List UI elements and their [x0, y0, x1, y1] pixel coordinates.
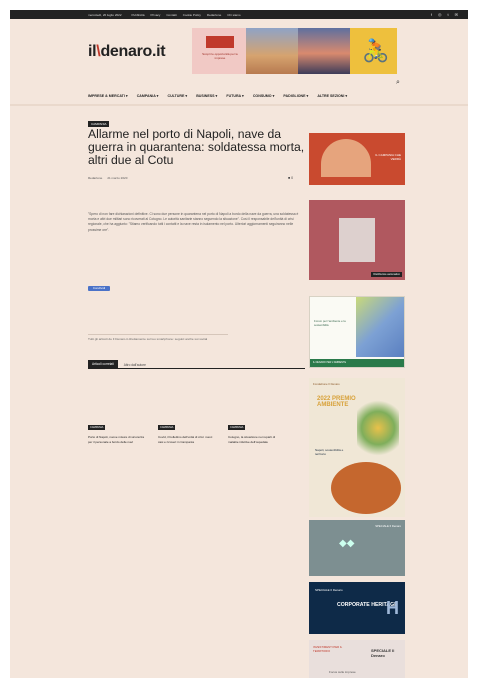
- twitter-icon[interactable]: t: [448, 12, 449, 17]
- ad-text: Forum per l'ambiente e la sostenibilità: [314, 319, 346, 327]
- nav-item[interactable]: CONSUMO ▾: [253, 94, 275, 98]
- sidebar-ad[interactable]: SPECIALE Il Denaro CORPORATE HERITAGE H: [309, 582, 405, 634]
- tab-more-from-author[interactable]: Altro dall'autore: [124, 362, 146, 368]
- related-article[interactable]: CAMPANIA Porto di Napoli, nuove misure d…: [88, 415, 146, 444]
- comment-count-value: 0: [291, 176, 294, 180]
- topbar-link[interactable]: Privacy: [151, 13, 161, 17]
- ad-subtext: Napoli, sostenibilità e territorio: [315, 448, 344, 456]
- ad-text: IL CAMPANIA CHE VERRÀ: [375, 153, 401, 161]
- sidebar-ad[interactable]: SPECIALE Il Denaro ◆◆: [309, 520, 405, 576]
- related-article[interactable]: CAMPANIA Covid, il bollettino dell'unità…: [158, 415, 216, 444]
- related-tabs: Articoli correlati Altro dall'autore: [88, 360, 305, 369]
- logo-part: denaro.it: [100, 43, 166, 60]
- heritage-icon: H: [386, 598, 399, 618]
- banner-text: Scopri le opportunità per le imprese: [202, 52, 238, 60]
- vending-machine-graphic: [339, 218, 375, 262]
- facebook-share-button[interactable]: Condividi: [88, 286, 110, 291]
- article-meta: Redazione 21 marzo 2020: [88, 176, 127, 180]
- related-category[interactable]: CAMPANIA: [88, 425, 106, 430]
- article-author[interactable]: Redazione: [88, 176, 102, 180]
- topbar-link[interactable]: Redazione: [207, 13, 221, 17]
- header-banner-ad[interactable]: Scopri le opportunità per le imprese: [192, 28, 246, 74]
- topbar-links: Pubblicità Privacy Contatti Cookie Polic…: [132, 13, 241, 17]
- related-title[interactable]: Covid, il bollettino dell'unità di crisi…: [158, 435, 216, 444]
- nav-item[interactable]: CAMPANIA ▾: [137, 94, 159, 98]
- header-banner-cyclist[interactable]: 🚴: [350, 28, 397, 74]
- instagram-icon[interactable]: ◎: [438, 12, 442, 17]
- facebook-icon[interactable]: f: [431, 12, 432, 17]
- sidebar-ad[interactable]: IL CAMPANIA CHE VERRÀ: [309, 133, 405, 185]
- article-body: "Spero di non fare dichiarazioni definit…: [88, 212, 299, 232]
- sidebar-ad[interactable]: Fondazione Il Denaro 2022 PREMIO AMBIENT…: [309, 378, 405, 517]
- topbar-link[interactable]: Pubblicità: [132, 13, 145, 17]
- nav-divider: [10, 104, 468, 106]
- related-category[interactable]: CAMPANIA: [228, 425, 246, 430]
- banner-graphic: [206, 36, 234, 48]
- ad-headline: SPECIALE Il Denaro: [371, 648, 395, 658]
- ad-graphic: [321, 139, 371, 177]
- site-logo[interactable]: il\denaro.it: [88, 43, 166, 61]
- nav-item[interactable]: BUSINESS ▾: [196, 94, 217, 98]
- sidebar-ad[interactable]: INVESTIMENTI PER IL TERRITORIO SPECIALE …: [309, 640, 405, 678]
- comment-count[interactable]: ■ 0: [288, 176, 293, 180]
- main-nav: IMPRESE & MERCATI ▾ CAMPANIA ▾ CULTURE ▾…: [88, 94, 347, 98]
- topbar-link[interactable]: Contatti: [166, 13, 176, 17]
- flower-graphic: [357, 398, 399, 458]
- ad-tag: SPECIALE Il Denaro: [375, 524, 401, 528]
- topbar-link[interactable]: Cookie Policy: [183, 13, 201, 17]
- search-icon[interactable]: ⌕: [396, 79, 400, 87]
- sidebar-ad[interactable]: Distributore automatico: [309, 200, 405, 280]
- cyclist-icon: 🚴: [362, 38, 390, 63]
- ad-graphic: ◆◆: [339, 538, 355, 549]
- ad-logo: Fondazione Il Denaro: [313, 382, 340, 386]
- sidebar-ad[interactable]: Forum per l'ambiente e la sostenibilità …: [309, 296, 405, 368]
- ad-subtext: Focus sulle imprese: [329, 670, 356, 674]
- mail-icon[interactable]: ✉: [455, 12, 458, 17]
- nav-item[interactable]: CULTURE ▾: [167, 94, 187, 98]
- social-links: f ◎ t ✉: [431, 12, 458, 17]
- comment-icon: ■: [288, 176, 291, 180]
- top-bar: mercoledì, 20 luglio 2022 Pubblicità Pri…: [10, 10, 468, 19]
- article-title: Allarme nel porto di Napoli, nave da gue…: [88, 127, 305, 167]
- ad-bar: IL DENARO PER L'AMBIENTE: [310, 359, 404, 367]
- page: mercoledì, 20 luglio 2022 Pubblicità Pri…: [10, 10, 468, 678]
- article-footer-note: Tutti gli articoli de Il Denaro.it diret…: [88, 334, 228, 342]
- related-title[interactable]: Porto di Napoli, nuove misure di sicurez…: [88, 435, 146, 444]
- topbar-date: mercoledì, 20 luglio 2022: [88, 12, 122, 17]
- flowers-graphic: [356, 297, 404, 357]
- article-date: 21 marzo 2020: [107, 176, 128, 180]
- related-article[interactable]: CAMPANIA Cotugno, la situazione nei repa…: [228, 415, 286, 444]
- header-banner-image[interactable]: [246, 28, 298, 74]
- related-title[interactable]: Cotugno, la situazione nei reparti di ma…: [228, 435, 286, 444]
- related-category[interactable]: CAMPANIA: [158, 425, 176, 430]
- ad-caption: Distributore automatico: [371, 272, 402, 277]
- nav-item[interactable]: FUTURA ▾: [226, 94, 243, 98]
- tab-related-articles[interactable]: Articoli correlati: [88, 360, 118, 368]
- ad-tag: SPECIALE Il Denaro: [315, 588, 343, 592]
- topbar-link[interactable]: Chi siamo: [227, 13, 240, 17]
- nav-item[interactable]: ALTRE SEZIONI ▾: [317, 94, 347, 98]
- ad-headline: 2022 PREMIO AMBIENTE: [317, 396, 356, 408]
- nav-item[interactable]: PADIGLIONE ▾: [283, 94, 308, 98]
- ad-text: INVESTIMENTI PER IL TERRITORIO: [313, 645, 343, 653]
- nav-item[interactable]: IMPRESE & MERCATI ▾: [88, 94, 128, 98]
- header-banner-image[interactable]: [298, 28, 350, 74]
- earth-graphic: [331, 462, 401, 514]
